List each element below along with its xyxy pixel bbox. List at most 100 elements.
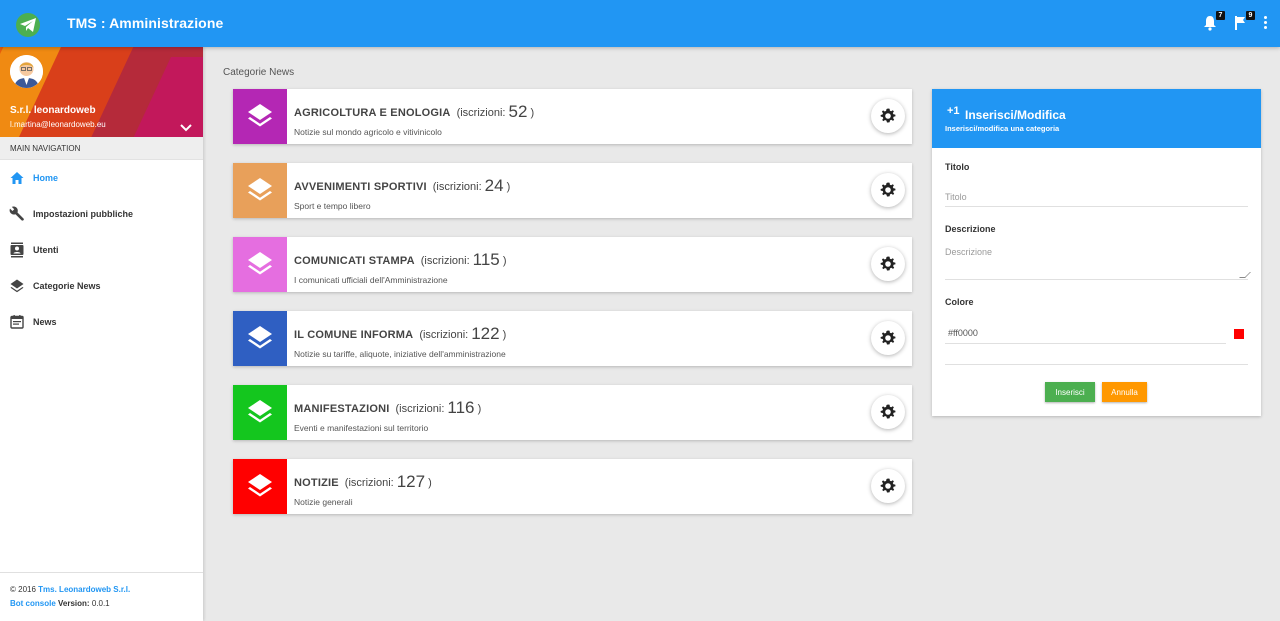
category-color-block (233, 311, 287, 366)
breadcrumb: Categorie News (223, 67, 295, 78)
profile-header: S.r.l. leonardoweb l.martina@leonardoweb… (0, 47, 203, 137)
category-color-block (233, 163, 287, 218)
category-subs-count: 24 (484, 176, 504, 195)
color-swatch[interactable] (1234, 329, 1244, 339)
nav-section-header: MAIN NAVIGATION (0, 137, 203, 160)
sidebar-item-label: Home (33, 173, 59, 183)
notifications-button[interactable]: 7 (1203, 11, 1225, 33)
category-subs-label: (iscrizioni: (420, 255, 470, 267)
category-title: NOTIZIE (iscrizioni: 127 ) (294, 472, 432, 492)
notifications-badge: 7 (1216, 11, 1225, 20)
category-subs-label: (iscrizioni: (344, 477, 394, 489)
home-icon (10, 172, 24, 184)
form-header: +1 Inserisci/Modifica Inserisci/modifica… (932, 89, 1261, 148)
sidebar: S.r.l. leonardoweb l.martina@leonardoweb… (0, 47, 203, 621)
gear-icon (880, 404, 896, 419)
sidebar-item-news[interactable]: News (0, 304, 203, 340)
category-subs-count: 116 (447, 398, 475, 417)
category-color-block (233, 237, 287, 292)
category-settings-button[interactable] (871, 247, 905, 281)
category-title: AGRICOLTURA E ENOLOGIA (iscrizioni: 52 ) (294, 102, 534, 122)
category-settings-button[interactable] (871, 99, 905, 133)
sidebar-item-label: Utenti (33, 245, 59, 255)
sidebar-item-home[interactable]: Home (0, 160, 203, 196)
layers-icon (248, 474, 272, 497)
colore-label: Colore (945, 297, 974, 307)
category-card[interactable]: COMUNICATI STAMPA (iscrizioni: 115 ) I com… (233, 237, 912, 292)
category-name: MANIFESTAZIONI (294, 403, 390, 415)
category-card[interactable]: IL COMUNE INFORMA (iscrizioni: 122 ) Notiz… (233, 311, 912, 366)
category-settings-button[interactable] (871, 173, 905, 207)
sidebar-item-categorie-news[interactable]: Categorie News (0, 268, 203, 304)
flags-button[interactable]: 9 (1233, 11, 1255, 33)
category-name: NOTIZIE (294, 477, 339, 489)
category-description: Notizie sul mondo agricolo e vitivinicol… (294, 127, 442, 137)
category-subs-count: 115 (472, 250, 500, 269)
wrench-icon (9, 206, 24, 221)
category-subs-label: (iscrizioni: (432, 181, 482, 193)
form-plus-badge: +1 (947, 105, 960, 117)
version-value: 0.0.1 (91, 599, 110, 608)
cancel-button[interactable]: Annulla (1102, 382, 1147, 402)
category-name: IL COMUNE INFORMA (294, 329, 414, 341)
company-link[interactable]: Tms. Leonardoweb S.r.l. (38, 585, 130, 594)
sidebar-item-utenti[interactable]: Utenti (0, 232, 203, 268)
category-card[interactable]: MANIFESTAZIONI (iscrizioni: 116 ) Eventi e… (233, 385, 912, 440)
category-title: AVVENIMENTI SPORTIVI (iscrizioni: 24 ) (294, 176, 510, 196)
gear-icon (880, 256, 896, 271)
insert-button[interactable]: Inserisci (1045, 382, 1095, 402)
colore-input[interactable] (945, 323, 1226, 344)
category-description: Eventi e manifestazioni sul territorio (294, 423, 429, 433)
sidebar-item-label: Categorie News (33, 281, 101, 291)
category-card[interactable]: AVVENIMENTI SPORTIVI (iscrizioni: 24 ) Spo… (233, 163, 912, 218)
chevron-down-icon[interactable] (180, 119, 192, 137)
category-color-block (233, 385, 287, 440)
category-settings-button[interactable] (871, 395, 905, 429)
category-subs-close: ) (506, 181, 511, 193)
layers-icon (248, 104, 272, 127)
gear-icon (880, 182, 896, 197)
category-settings-button[interactable] (871, 469, 905, 503)
category-description: Notizie su tariffe, aliquote, iniziative… (294, 349, 506, 359)
contacts-icon (10, 242, 24, 258)
descrizione-textarea[interactable] (945, 247, 1248, 280)
category-name: AGRICOLTURA E ENOLOGIA (294, 107, 451, 119)
more-menu-icon[interactable] (1262, 16, 1268, 32)
avatar[interactable] (10, 55, 43, 88)
category-subs-close: ) (530, 107, 535, 119)
layers-icon (248, 326, 272, 349)
category-settings-button[interactable] (871, 321, 905, 355)
bell-icon (1204, 16, 1216, 31)
telegram-logo-icon[interactable] (16, 13, 40, 37)
titolo-label: Titolo (945, 162, 970, 172)
flags-badge: 9 (1246, 11, 1255, 20)
category-subs-label: (iscrizioni: (456, 107, 506, 119)
category-card[interactable]: AGRICOLTURA E ENOLOGIA (iscrizioni: 52 ) N… (233, 89, 912, 144)
app-title: TMS : Amministrazione (67, 15, 224, 31)
category-subs-label: (iscrizioni: (419, 329, 469, 341)
copyright-text: © 2016 (10, 585, 36, 594)
form-subtitle: Inserisci/modifica una categoria (945, 124, 1060, 133)
category-subs-close: ) (502, 329, 507, 341)
titolo-input[interactable] (945, 187, 1248, 207)
category-name: AVVENIMENTI SPORTIVI (294, 181, 427, 193)
version-label: Version: (58, 599, 90, 608)
gear-icon (880, 478, 896, 493)
top-app-bar: TMS : Amministrazione 7 9 (0, 0, 1280, 47)
category-title: IL COMUNE INFORMA (iscrizioni: 122 ) (294, 324, 506, 344)
category-subs-close: ) (477, 403, 482, 415)
category-color-block (233, 459, 287, 514)
bot-console-link[interactable]: Bot console (10, 599, 56, 608)
category-name: COMUNICATI STAMPA (294, 255, 415, 267)
category-description: Sport e tempo libero (294, 201, 371, 211)
sidebar-item-label: News (33, 317, 57, 327)
sidebar-item-impostazioni[interactable]: Impostazioni pubbliche (0, 196, 203, 232)
category-form-panel: +1 Inserisci/Modifica Inserisci/modifica… (932, 89, 1261, 416)
category-subs-label: (iscrizioni: (395, 403, 445, 415)
sidebar-item-label: Impostazioni pubbliche (33, 209, 134, 219)
category-title: MANIFESTAZIONI (iscrizioni: 116 ) (294, 398, 481, 418)
category-subs-count: 122 (471, 324, 500, 343)
category-card[interactable]: NOTIZIE (iscrizioni: 127 ) Notizie general… (233, 459, 912, 514)
layers-icon (248, 400, 272, 423)
user-name: S.r.l. leonardoweb (10, 105, 96, 116)
